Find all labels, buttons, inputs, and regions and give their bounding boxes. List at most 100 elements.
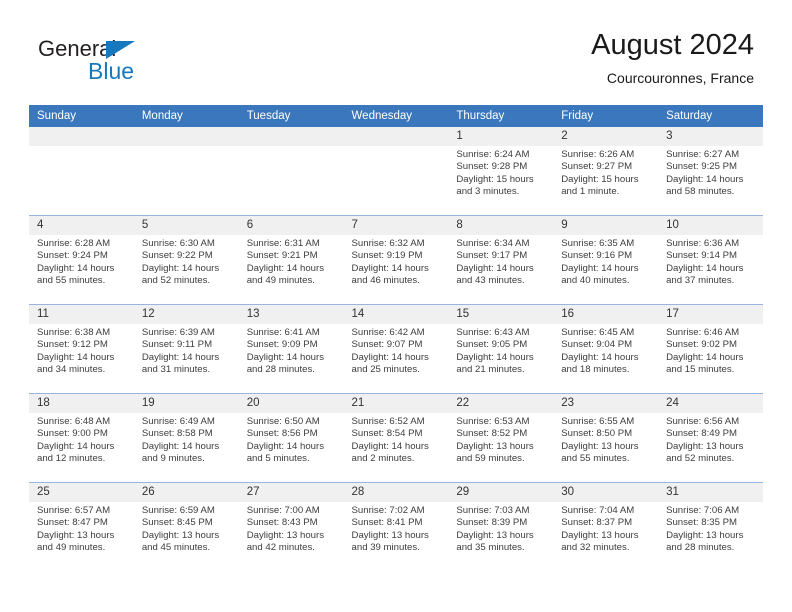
calendar-day-cell[interactable]: 28 Sunrise: 7:02 AM Sunset: 8:41 PM Dayligh… [343, 482, 449, 571]
day-details: Sunrise: 7:04 AM Sunset: 8:37 PM Daylight:… [553, 502, 658, 554]
day-details: Sunrise: 6:34 AM Sunset: 9:17 PM Daylight:… [448, 235, 553, 287]
calendar-day-cell[interactable]: 4 Sunrise: 6:28 AM Sunset: 9:24 PM Daylight… [29, 215, 134, 305]
calendar-day-cell[interactable]: 31 Sunrise: 7:06 AM Sunset: 8:35 PM Dayligh… [658, 482, 763, 571]
day-number: 7 [343, 216, 449, 235]
calendar-day-cell[interactable]: 11 Sunrise: 6:38 AM Sunset: 9:12 PM Dayligh… [29, 304, 134, 394]
day-number: 24 [658, 394, 763, 413]
day-details: Sunrise: 6:24 AM Sunset: 9:28 PM Daylight:… [448, 146, 553, 198]
daylight-text: Daylight: 14 hours and 2 minutes. [351, 440, 429, 464]
calendar-day-cell[interactable]: 18 Sunrise: 6:48 AM Sunset: 9:00 PM Dayligh… [29, 393, 134, 483]
calendar-day-cell[interactable]: 15 Sunrise: 6:43 AM Sunset: 9:05 PM Dayligh… [448, 304, 554, 394]
weekday-header-monday: Monday [133, 105, 239, 127]
calendar-day-cell[interactable]: 14 Sunrise: 6:42 AM Sunset: 9:07 PM Dayligh… [343, 304, 449, 394]
calendar-day-cell[interactable]: 21 Sunrise: 6:52 AM Sunset: 8:54 PM Dayligh… [343, 393, 449, 483]
calendar-day-cell[interactable]: 13 Sunrise: 6:41 AM Sunset: 9:09 PM Dayligh… [238, 304, 344, 394]
day-number: 30 [553, 483, 659, 502]
day-number: 20 [238, 394, 344, 413]
sunrise-text: Sunrise: 7:04 AM [561, 505, 635, 516]
sunset-text: Sunset: 8:54 PM [351, 428, 423, 440]
daylight-text: Daylight: 14 hours and 5 minutes. [246, 440, 325, 464]
day-details: Sunrise: 6:48 AM Sunset: 9:00 PM Daylight:… [29, 413, 134, 465]
sunset-text: Sunset: 9:22 PM [141, 250, 213, 262]
daylight-text: Daylight: 13 hours and 42 minutes. [246, 529, 325, 553]
day-number: 13 [238, 305, 344, 324]
day-details: Sunrise: 6:28 AM Sunset: 9:24 PM Daylight:… [29, 235, 134, 287]
calendar-day-cell[interactable]: 19 Sunrise: 6:49 AM Sunset: 8:58 PM Dayligh… [133, 393, 239, 483]
calendar-day-cell-empty [29, 127, 134, 216]
day-number: 31 [658, 483, 763, 502]
calendar-day-cell[interactable]: 9 Sunrise: 6:35 AM Sunset: 9:16 PM Daylight… [553, 215, 659, 305]
calendar-day-cell[interactable]: 22 Sunrise: 6:53 AM Sunset: 8:52 PM Dayligh… [448, 393, 554, 483]
sunrise-text: Sunrise: 6:30 AM [141, 238, 215, 249]
daylight-text: Daylight: 13 hours and 49 minutes. [37, 529, 115, 553]
weekday-header-saturday: Saturday [658, 105, 763, 127]
day-number: 19 [133, 394, 239, 413]
day-details: Sunrise: 6:42 AM Sunset: 9:07 PM Daylight:… [344, 324, 449, 376]
day-number [133, 127, 239, 146]
daylight-text: Daylight: 15 hours and 3 minutes. [456, 173, 534, 197]
sunrise-text: Sunrise: 6:27 AM [666, 149, 740, 160]
daylight-text: Daylight: 14 hours and 34 minutes. [37, 351, 115, 375]
sunset-text: Sunset: 9:28 PM [456, 161, 528, 173]
calendar-day-cell[interactable]: 23 Sunrise: 6:55 AM Sunset: 8:50 PM Dayligh… [553, 393, 659, 483]
day-number: 28 [343, 483, 449, 502]
day-number [238, 127, 344, 146]
sunrise-text: Sunrise: 6:59 AM [141, 505, 215, 516]
page-title: August 2024 [591, 29, 754, 61]
calendar-day-cell[interactable]: 2 Sunrise: 6:26 AM Sunset: 9:27 PM Daylight… [553, 127, 659, 216]
calendar-page: General Blue August 2024 Courcouronnes, … [0, 0, 792, 612]
sunset-text: Sunset: 9:00 PM [37, 428, 108, 440]
day-number: 11 [29, 305, 134, 324]
daylight-text: Daylight: 14 hours and 55 minutes. [37, 262, 115, 286]
calendar-day-cell[interactable]: 6 Sunrise: 6:31 AM Sunset: 9:21 PM Daylight… [238, 215, 344, 305]
day-number: 29 [448, 483, 554, 502]
calendar-day-cell[interactable]: 29 Sunrise: 7:03 AM Sunset: 8:39 PM Dayligh… [448, 482, 554, 571]
sunset-text: Sunset: 8:56 PM [246, 428, 318, 440]
day-number: 15 [448, 305, 554, 324]
sunset-text: Sunset: 9:19 PM [351, 250, 423, 262]
calendar-day-cell[interactable]: 7 Sunrise: 6:32 AM Sunset: 9:19 PM Daylight… [343, 215, 449, 305]
day-number: 17 [658, 305, 763, 324]
sunset-text: Sunset: 9:24 PM [37, 250, 108, 262]
day-details: Sunrise: 6:41 AM Sunset: 9:09 PM Daylight:… [239, 324, 344, 376]
logo-text-blue: Blue [88, 58, 135, 84]
day-details: Sunrise: 6:52 AM Sunset: 8:54 PM Daylight:… [344, 413, 449, 465]
calendar-day-cell[interactable]: 20 Sunrise: 6:50 AM Sunset: 8:56 PM Dayligh… [238, 393, 344, 483]
day-number: 22 [448, 394, 554, 413]
generalblue-logo[interactable]: General Blue [38, 36, 218, 88]
calendar-day-cell[interactable]: 25 Sunrise: 6:57 AM Sunset: 8:47 PM Dayligh… [29, 482, 134, 571]
calendar-day-cell[interactable]: 30 Sunrise: 7:04 AM Sunset: 8:37 PM Dayligh… [553, 482, 659, 571]
sunrise-text: Sunrise: 6:38 AM [37, 327, 111, 338]
daylight-text: Daylight: 14 hours and 12 minutes. [37, 440, 115, 464]
daylight-text: Daylight: 14 hours and 58 minutes. [666, 173, 744, 197]
sunrise-text: Sunrise: 6:31 AM [246, 238, 320, 249]
calendar-day-cell[interactable]: 1 Sunrise: 6:24 AM Sunset: 9:28 PM Daylight… [448, 127, 554, 216]
day-details: Sunrise: 7:00 AM Sunset: 8:43 PM Daylight:… [239, 502, 344, 554]
day-details: Sunrise: 6:39 AM Sunset: 9:11 PM Daylight:… [134, 324, 239, 376]
daylight-text: Daylight: 14 hours and 21 minutes. [456, 351, 534, 375]
calendar-day-cell[interactable]: 3 Sunrise: 6:27 AM Sunset: 9:25 PM Daylight… [658, 127, 763, 216]
calendar-week-row: 25 Sunrise: 6:57 AM Sunset: 8:47 PM Dayligh… [29, 482, 763, 571]
sunrise-sunset-calendar: Sunday Monday Tuesday Wednesday Thursday… [29, 105, 763, 571]
calendar-day-cell[interactable]: 27 Sunrise: 7:00 AM Sunset: 8:43 PM Dayligh… [238, 482, 344, 571]
calendar-day-cell[interactable]: 16 Sunrise: 6:45 AM Sunset: 9:04 PM Dayligh… [553, 304, 659, 394]
day-number: 3 [658, 127, 763, 146]
calendar-day-cell[interactable]: 12 Sunrise: 6:39 AM Sunset: 9:11 PM Dayligh… [133, 304, 239, 394]
day-details: Sunrise: 6:35 AM Sunset: 9:16 PM Daylight:… [553, 235, 658, 287]
calendar-day-cell[interactable]: 17 Sunrise: 6:46 AM Sunset: 9:02 PM Dayligh… [658, 304, 763, 394]
daylight-text: Daylight: 13 hours and 55 minutes. [561, 440, 639, 464]
logo-triangle-icon [106, 41, 135, 59]
calendar-day-cell[interactable]: 26 Sunrise: 6:59 AM Sunset: 8:45 PM Dayligh… [133, 482, 239, 571]
calendar-day-cell[interactable]: 5 Sunrise: 6:30 AM Sunset: 9:22 PM Daylight… [133, 215, 239, 305]
sunrise-text: Sunrise: 6:53 AM [456, 416, 530, 427]
daylight-text: Daylight: 13 hours and 52 minutes. [666, 440, 744, 464]
calendar-day-cell[interactable]: 24 Sunrise: 6:56 AM Sunset: 8:49 PM Dayligh… [658, 393, 763, 483]
calendar-head: Sunday Monday Tuesday Wednesday Thursday… [29, 105, 763, 127]
calendar-body: 1 Sunrise: 6:24 AM Sunset: 9:28 PM Daylight… [29, 127, 763, 571]
sunrise-text: Sunrise: 6:26 AM [561, 149, 635, 160]
sunrise-text: Sunrise: 6:36 AM [666, 238, 740, 249]
calendar-day-cell[interactable]: 8 Sunrise: 6:34 AM Sunset: 9:17 PM Daylight… [448, 215, 554, 305]
day-details: Sunrise: 6:53 AM Sunset: 8:52 PM Daylight:… [448, 413, 553, 465]
calendar-day-cell[interactable]: 10 Sunrise: 6:36 AM Sunset: 9:14 PM Dayligh… [658, 215, 763, 305]
sunset-text: Sunset: 9:02 PM [666, 339, 737, 351]
